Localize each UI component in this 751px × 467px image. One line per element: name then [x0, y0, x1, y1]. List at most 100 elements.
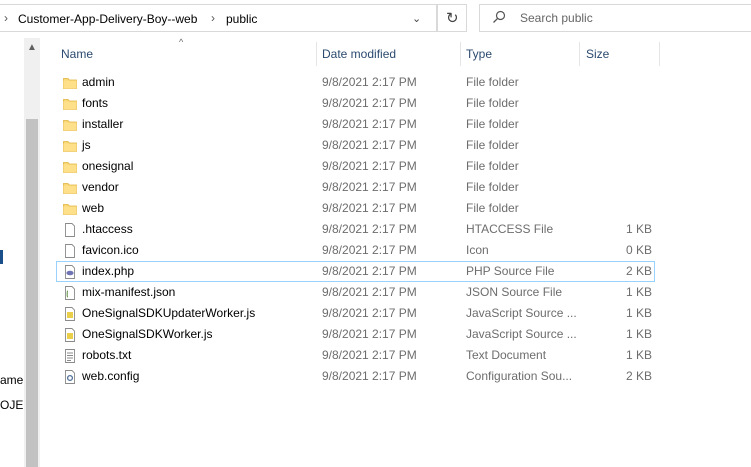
file-type: JSON Source File	[466, 285, 563, 299]
file-icon	[63, 223, 77, 237]
file-type: Icon	[466, 243, 489, 257]
file-type: JavaScript Source ...	[466, 306, 577, 320]
file-row[interactable]: index.php 9/8/2021 2:17 PM PHP Source File…	[56, 261, 655, 282]
file-name: onesignal	[82, 159, 134, 173]
js-file-icon	[63, 328, 77, 342]
text-file-icon	[63, 349, 77, 363]
file-size: 1 KB	[625, 222, 652, 236]
file-date-modified: 9/8/2021 2:17 PM	[322, 96, 417, 110]
file-date-modified: 9/8/2021 2:17 PM	[322, 159, 417, 173]
file-type: File folder	[466, 96, 519, 110]
file-row[interactable]: robots.txt 9/8/2021 2:17 PM Text Document 1…	[56, 345, 655, 366]
file-date-modified: 9/8/2021 2:17 PM	[322, 75, 417, 89]
file-row[interactable]: mix-manifest.json 9/8/2021 2:17 PM JSON So…	[56, 282, 655, 303]
file-row[interactable]: js 9/8/2021 2:17 PM File folder	[56, 135, 655, 156]
file-size: 2 KB	[625, 369, 652, 383]
file-icon	[63, 244, 77, 258]
file-date-modified: 9/8/2021 2:17 PM	[322, 117, 417, 131]
file-type: File folder	[466, 159, 519, 173]
column-header-label: Date modified	[322, 47, 397, 61]
file-date-modified: 9/8/2021 2:17 PM	[322, 348, 417, 362]
column-header-label: Type	[466, 47, 493, 61]
column-header-date[interactable]: Date modified	[322, 42, 459, 66]
file-date-modified: 9/8/2021 2:17 PM	[322, 264, 417, 278]
file-type: Configuration Sou...	[466, 369, 573, 383]
file-row[interactable]: .htaccess 9/8/2021 2:17 PM HTACCESS File 1 …	[56, 219, 655, 240]
search-box[interactable]	[479, 4, 751, 32]
file-row[interactable]: installer 9/8/2021 2:17 PM File folder	[56, 114, 655, 135]
file-row[interactable]: vendor 9/8/2021 2:17 PM File folder	[56, 177, 655, 198]
file-name: OneSignalSDKUpdaterWorker.js	[82, 306, 256, 320]
file-type: File folder	[466, 117, 519, 131]
file-row[interactable]: favicon.ico 9/8/2021 2:17 PM Icon 0 KB	[56, 240, 655, 261]
address-history-dropdown-icon[interactable]: ⌄	[412, 12, 421, 25]
breadcrumb-segment[interactable]: Customer-App-Delivery-Boy--web	[18, 12, 197, 26]
search-icon	[493, 10, 506, 23]
file-name: favicon.ico	[82, 243, 139, 257]
file-type: File folder	[466, 201, 519, 215]
nav-item-marker	[0, 250, 3, 264]
file-name: fonts	[82, 96, 109, 110]
column-divider[interactable]	[460, 42, 461, 66]
chevron-right-icon[interactable]: ›	[211, 11, 215, 25]
file-row[interactable]: OneSignalSDKUpdaterWorker.js 9/8/2021 2:1…	[56, 303, 655, 324]
file-name: web	[82, 201, 105, 215]
file-date-modified: 9/8/2021 2:17 PM	[322, 369, 417, 383]
file-name: robots.txt	[82, 348, 132, 362]
navigation-pane[interactable]: ame OJEC	[0, 38, 32, 467]
file-row[interactable]: web.config 9/8/2021 2:17 PM Configuration …	[56, 366, 655, 387]
scroll-up-arrow-icon[interactable]: ▲	[27, 42, 37, 53]
nav-scrollbar[interactable]: ▲	[24, 38, 40, 467]
file-size: 0 KB	[625, 243, 652, 257]
file-date-modified: 9/8/2021 2:17 PM	[322, 180, 417, 194]
address-bar[interactable]: › Customer-App-Delivery-Boy--web › publi…	[0, 4, 437, 32]
column-divider[interactable]	[316, 42, 317, 66]
php-file-icon	[63, 265, 77, 279]
file-type: Text Document	[466, 348, 547, 362]
breadcrumb-segment[interactable]: public	[226, 12, 257, 26]
folder-icon	[63, 97, 77, 111]
file-name: index.php	[82, 264, 135, 278]
file-name: OneSignalSDKWorker.js	[82, 327, 213, 341]
folder-icon	[63, 118, 77, 132]
file-size: 2 KB	[625, 264, 652, 278]
file-name: js	[82, 138, 91, 152]
refresh-icon: ↻	[446, 10, 459, 27]
column-header-size[interactable]: Size	[586, 42, 658, 66]
folder-icon	[63, 181, 77, 195]
file-type: PHP Source File	[466, 264, 555, 278]
file-name: vendor	[82, 180, 119, 194]
file-date-modified: 9/8/2021 2:17 PM	[322, 201, 417, 215]
file-name: admin	[82, 75, 115, 89]
file-date-modified: 9/8/2021 2:17 PM	[322, 285, 417, 299]
file-size: 1 KB	[625, 285, 652, 299]
file-row[interactable]: OneSignalSDKWorker.js 9/8/2021 2:17 PM Jav…	[56, 324, 655, 345]
file-row[interactable]: admin 9/8/2021 2:17 PM File folder	[56, 72, 655, 93]
column-divider[interactable]	[659, 42, 660, 66]
file-row[interactable]: web 9/8/2021 2:17 PM File folder	[56, 198, 655, 219]
column-header-name[interactable]: Name	[61, 42, 316, 66]
file-date-modified: 9/8/2021 2:17 PM	[322, 306, 417, 320]
file-size: 1 KB	[625, 348, 652, 362]
refresh-button[interactable]: ↻	[437, 4, 467, 32]
file-date-modified: 9/8/2021 2:17 PM	[322, 222, 417, 236]
nav-item-label[interactable]: ame	[0, 373, 23, 387]
file-row[interactable]: onesignal 9/8/2021 2:17 PM File folder	[56, 156, 655, 177]
file-name: mix-manifest.json	[82, 285, 176, 299]
column-header-type[interactable]: Type	[466, 42, 578, 66]
file-type: File folder	[466, 180, 519, 194]
file-name: web.config	[82, 369, 140, 383]
file-row[interactable]: fonts 9/8/2021 2:17 PM File folder	[56, 93, 655, 114]
scrollbar-thumb[interactable]	[26, 119, 38, 467]
folder-icon	[63, 160, 77, 174]
chevron-right-icon[interactable]: ›	[4, 11, 8, 25]
column-divider[interactable]	[579, 42, 580, 66]
file-date-modified: 9/8/2021 2:17 PM	[322, 138, 417, 152]
config-file-icon	[63, 370, 77, 384]
toolbar: › Customer-App-Delivery-Boy--web › publi…	[0, 0, 751, 38]
search-input[interactable]	[520, 6, 740, 30]
folder-icon	[63, 202, 77, 216]
file-type: JavaScript Source ...	[466, 327, 577, 341]
file-date-modified: 9/8/2021 2:17 PM	[322, 327, 417, 341]
file-type: File folder	[466, 138, 519, 152]
